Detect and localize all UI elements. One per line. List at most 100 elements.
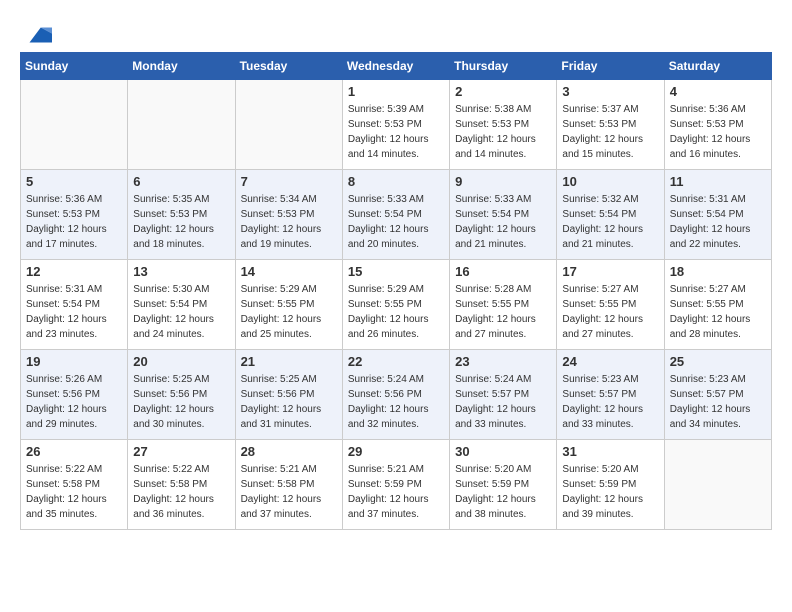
calendar-cell: [128, 80, 235, 170]
calendar-cell: [664, 440, 771, 530]
day-number: 21: [241, 354, 337, 369]
logo: [20, 20, 52, 42]
day-number: 10: [562, 174, 658, 189]
calendar-cell: 9 Sunrise: 5:33 AMSunset: 5:54 PMDaylight…: [450, 170, 557, 260]
day-number: 2: [455, 84, 551, 99]
day-info: Sunrise: 5:33 AMSunset: 5:54 PMDaylight:…: [455, 192, 551, 252]
day-number: 7: [241, 174, 337, 189]
day-info: Sunrise: 5:20 AMSunset: 5:59 PMDaylight:…: [562, 462, 658, 522]
calendar-cell: 10 Sunrise: 5:32 AMSunset: 5:54 PMDayligh…: [557, 170, 664, 260]
day-info: Sunrise: 5:27 AMSunset: 5:55 PMDaylight:…: [562, 282, 658, 342]
day-info: Sunrise: 5:33 AMSunset: 5:54 PMDaylight:…: [348, 192, 444, 252]
calendar-cell: 1Sunrise: 5:39 AMSunset: 5:53 PMDaylight…: [342, 80, 449, 170]
weekday-header-sunday: Sunday: [21, 53, 128, 80]
day-info: Sunrise: 5:21 AMSunset: 5:59 PMDaylight:…: [348, 462, 444, 522]
day-info: Sunrise: 5:31 AMSunset: 5:54 PMDaylight:…: [670, 192, 766, 252]
day-info: Sunrise: 5:36 AMSunset: 5:53 PMDaylight:…: [670, 102, 766, 162]
day-number: 15: [348, 264, 444, 279]
calendar-cell: 8 Sunrise: 5:33 AMSunset: 5:54 PMDaylight…: [342, 170, 449, 260]
day-info: Sunrise: 5:29 AMSunset: 5:55 PMDaylight:…: [348, 282, 444, 342]
day-number: 25: [670, 354, 766, 369]
day-number: 6: [133, 174, 229, 189]
day-info: Sunrise: 5:29 AMSunset: 5:55 PMDaylight:…: [241, 282, 337, 342]
calendar-cell: 7Sunrise: 5:34 AMSunset: 5:53 PMDaylight…: [235, 170, 342, 260]
weekday-header-monday: Monday: [128, 53, 235, 80]
calendar-cell: 14 Sunrise: 5:29 AMSunset: 5:55 PMDayligh…: [235, 260, 342, 350]
calendar-cell: 28 Sunrise: 5:21 AMSunset: 5:58 PMDayligh…: [235, 440, 342, 530]
calendar-cell: 4 Sunrise: 5:36 AMSunset: 5:53 PMDaylight…: [664, 80, 771, 170]
day-info: Sunrise: 5:24 AMSunset: 5:57 PMDaylight:…: [455, 372, 551, 432]
day-info: Sunrise: 5:25 AMSunset: 5:56 PMDaylight:…: [241, 372, 337, 432]
day-info: Sunrise: 5:37 AMSunset: 5:53 PMDaylight:…: [562, 102, 658, 162]
calendar-cell: 19 Sunrise: 5:26 AMSunset: 5:56 PMDayligh…: [21, 350, 128, 440]
day-info: Sunrise: 5:27 AMSunset: 5:55 PMDaylight:…: [670, 282, 766, 342]
calendar-week-3: 12 Sunrise: 5:31 AMSunset: 5:54 PMDayligh…: [21, 260, 772, 350]
day-info: Sunrise: 5:21 AMSunset: 5:58 PMDaylight:…: [241, 462, 337, 522]
day-number: 24: [562, 354, 658, 369]
weekday-header-tuesday: Tuesday: [235, 53, 342, 80]
calendar-cell: 25 Sunrise: 5:23 AMSunset: 5:57 PMDayligh…: [664, 350, 771, 440]
weekday-header-thursday: Thursday: [450, 53, 557, 80]
calendar-cell: 30 Sunrise: 5:20 AMSunset: 5:59 PMDayligh…: [450, 440, 557, 530]
calendar-cell: 12 Sunrise: 5:31 AMSunset: 5:54 PMDayligh…: [21, 260, 128, 350]
day-info: Sunrise: 5:38 AMSunset: 5:53 PMDaylight:…: [455, 102, 551, 162]
day-info: Sunrise: 5:22 AMSunset: 5:58 PMDaylight:…: [26, 462, 122, 522]
page-header: [20, 20, 772, 42]
calendar-body: 1Sunrise: 5:39 AMSunset: 5:53 PMDaylight…: [21, 80, 772, 530]
calendar-cell: 22 Sunrise: 5:24 AMSunset: 5:56 PMDayligh…: [342, 350, 449, 440]
day-info: Sunrise: 5:22 AMSunset: 5:58 PMDaylight:…: [133, 462, 229, 522]
day-info: Sunrise: 5:28 AMSunset: 5:55 PMDaylight:…: [455, 282, 551, 342]
logo-icon: [22, 20, 52, 50]
day-number: 18: [670, 264, 766, 279]
day-info: Sunrise: 5:20 AMSunset: 5:59 PMDaylight:…: [455, 462, 551, 522]
calendar-table: SundayMondayTuesdayWednesdayThursdayFrid…: [20, 52, 772, 530]
weekday-header-friday: Friday: [557, 53, 664, 80]
day-number: 26: [26, 444, 122, 459]
calendar-cell: 29Sunrise: 5:21 AMSunset: 5:59 PMDayligh…: [342, 440, 449, 530]
calendar-cell: 24 Sunrise: 5:23 AMSunset: 5:57 PMDayligh…: [557, 350, 664, 440]
day-number: 27: [133, 444, 229, 459]
day-number: 19: [26, 354, 122, 369]
calendar-week-1: 1Sunrise: 5:39 AMSunset: 5:53 PMDaylight…: [21, 80, 772, 170]
day-number: 8: [348, 174, 444, 189]
day-info: Sunrise: 5:23 AMSunset: 5:57 PMDaylight:…: [562, 372, 658, 432]
calendar-cell: 27 Sunrise: 5:22 AMSunset: 5:58 PMDayligh…: [128, 440, 235, 530]
day-number: 17: [562, 264, 658, 279]
day-info: Sunrise: 5:24 AMSunset: 5:56 PMDaylight:…: [348, 372, 444, 432]
weekday-header-saturday: Saturday: [664, 53, 771, 80]
day-number: 20: [133, 354, 229, 369]
calendar-cell: 11Sunrise: 5:31 AMSunset: 5:54 PMDayligh…: [664, 170, 771, 260]
calendar-cell: 3Sunrise: 5:37 AMSunset: 5:53 PMDaylight…: [557, 80, 664, 170]
day-number: 22: [348, 354, 444, 369]
calendar-cell: 31Sunrise: 5:20 AMSunset: 5:59 PMDayligh…: [557, 440, 664, 530]
day-info: Sunrise: 5:23 AMSunset: 5:57 PMDaylight:…: [670, 372, 766, 432]
calendar-cell: 20 Sunrise: 5:25 AMSunset: 5:56 PMDayligh…: [128, 350, 235, 440]
calendar-cell: 21 Sunrise: 5:25 AMSunset: 5:56 PMDayligh…: [235, 350, 342, 440]
day-info: Sunrise: 5:36 AMSunset: 5:53 PMDaylight:…: [26, 192, 122, 252]
calendar-week-5: 26 Sunrise: 5:22 AMSunset: 5:58 PMDayligh…: [21, 440, 772, 530]
day-info: Sunrise: 5:39 AMSunset: 5:53 PMDaylight:…: [348, 102, 444, 162]
calendar-week-4: 19 Sunrise: 5:26 AMSunset: 5:56 PMDayligh…: [21, 350, 772, 440]
day-number: 23: [455, 354, 551, 369]
calendar-cell: 17 Sunrise: 5:27 AMSunset: 5:55 PMDayligh…: [557, 260, 664, 350]
day-number: 14: [241, 264, 337, 279]
day-number: 30: [455, 444, 551, 459]
day-info: Sunrise: 5:32 AMSunset: 5:54 PMDaylight:…: [562, 192, 658, 252]
day-info: Sunrise: 5:30 AMSunset: 5:54 PMDaylight:…: [133, 282, 229, 342]
day-info: Sunrise: 5:31 AMSunset: 5:54 PMDaylight:…: [26, 282, 122, 342]
day-info: Sunrise: 5:25 AMSunset: 5:56 PMDaylight:…: [133, 372, 229, 432]
day-info: Sunrise: 5:35 AMSunset: 5:53 PMDaylight:…: [133, 192, 229, 252]
calendar-cell: [235, 80, 342, 170]
day-number: 5: [26, 174, 122, 189]
day-info: Sunrise: 5:26 AMSunset: 5:56 PMDaylight:…: [26, 372, 122, 432]
day-number: 4: [670, 84, 766, 99]
calendar-cell: 16Sunrise: 5:28 AMSunset: 5:55 PMDayligh…: [450, 260, 557, 350]
calendar-cell: 5 Sunrise: 5:36 AMSunset: 5:53 PMDaylight…: [21, 170, 128, 260]
calendar-cell: 6 Sunrise: 5:35 AMSunset: 5:53 PMDaylight…: [128, 170, 235, 260]
calendar-cell: 26 Sunrise: 5:22 AMSunset: 5:58 PMDayligh…: [21, 440, 128, 530]
calendar-cell: 13Sunrise: 5:30 AMSunset: 5:54 PMDayligh…: [128, 260, 235, 350]
day-number: 28: [241, 444, 337, 459]
day-number: 12: [26, 264, 122, 279]
calendar-week-2: 5 Sunrise: 5:36 AMSunset: 5:53 PMDaylight…: [21, 170, 772, 260]
day-number: 9: [455, 174, 551, 189]
